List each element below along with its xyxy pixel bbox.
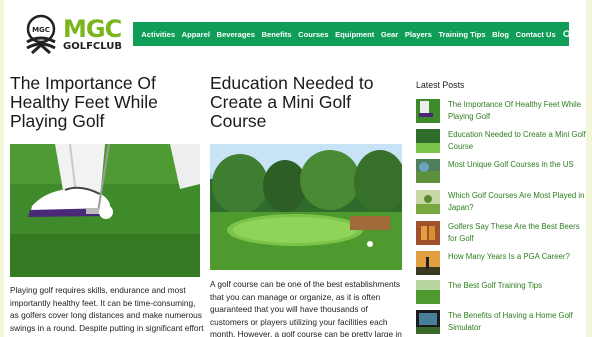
article-excerpt: A golf course can be one of the best est… — [210, 279, 402, 337]
sidebar-post[interactable]: Golfers Say These Are the Best Beers for… — [416, 221, 588, 245]
post-link[interactable]: The Benefits of Having a Home Golf Simul… — [448, 310, 588, 334]
nav-beverages[interactable]: Beverages — [213, 30, 258, 39]
post-thumbnail[interactable] — [416, 280, 440, 304]
sidebar-post[interactable]: Most Unique Golf Courses in the US — [416, 159, 588, 183]
nav-apparel[interactable]: Apparel — [178, 30, 213, 39]
post-link[interactable]: Education Needed to Create a Mini Golf C… — [448, 129, 588, 153]
nav-contact-us[interactable]: Contact Us — [512, 30, 559, 39]
nav-training-tips[interactable]: Training Tips — [435, 30, 489, 39]
article-title[interactable]: Education Needed to Create a Mini Golf C… — [210, 74, 402, 131]
post-link[interactable]: How Many Years Is a PGA Career? — [448, 251, 588, 263]
sidebar-post[interactable]: How Many Years Is a PGA Career? — [416, 251, 588, 275]
logo-title: MGC — [63, 14, 122, 43]
page: MGC MGC GOLFCLUB Activities Apparel Beve… — [0, 0, 592, 337]
nav-blog[interactable]: Blog — [489, 30, 512, 39]
post-thumbnail[interactable] — [416, 251, 440, 275]
post-thumbnail[interactable] — [416, 221, 440, 245]
article-excerpt: Playing golf requires skills, endurance … — [10, 285, 204, 333]
badge-text: MGC — [32, 26, 50, 34]
article-title[interactable]: The Importance Of Healthy Feet While Pla… — [10, 74, 200, 131]
post-thumbnail[interactable] — [416, 190, 440, 214]
post-link[interactable]: Most Unique Golf Courses in the US — [448, 159, 588, 171]
post-link[interactable]: The Best Golf Training Tips — [448, 280, 588, 292]
sidebar-title: Latest Posts — [416, 80, 465, 90]
post-thumbnail[interactable] — [416, 99, 440, 123]
nav-benefits[interactable]: Benefits — [258, 30, 295, 39]
sidebar-post[interactable]: Education Needed to Create a Mini Golf C… — [416, 129, 588, 153]
nav-players[interactable]: Players — [402, 30, 436, 39]
post-thumbnail[interactable] — [416, 129, 440, 153]
nav-equipment[interactable]: Equipment — [332, 30, 378, 39]
post-link[interactable]: Which Golf Courses Are Most Played in Ja… — [448, 190, 588, 214]
golf-shoe-image[interactable] — [10, 144, 200, 277]
sidebar-post[interactable]: The Best Golf Training Tips — [416, 280, 588, 304]
site-logo[interactable]: MGC MGC GOLFCLUB — [23, 10, 123, 58]
golf-club-badge-icon: MGC — [26, 14, 56, 54]
logo-wordmark: MGC GOLFCLUB — [63, 17, 122, 52]
article-card: Education Needed to Create a Mini Golf C… — [210, 74, 402, 337]
post-link[interactable]: The Importance Of Healthy Feet While Pla… — [448, 99, 588, 123]
latest-posts-sidebar: Latest Posts The Importance Of Healthy F… — [416, 80, 586, 334]
article-card: The Importance Of Healthy Feet While Pla… — [10, 74, 204, 333]
nav-activities[interactable]: Activities — [138, 30, 178, 39]
nav-courses[interactable]: Courses — [295, 30, 332, 39]
post-thumbnail[interactable] — [416, 159, 440, 183]
post-thumbnail[interactable] — [416, 310, 440, 334]
mini-golf-course-image[interactable] — [210, 144, 402, 270]
sidebar-post[interactable]: Which Golf Courses Are Most Played in Ja… — [416, 190, 588, 214]
search-icon[interactable] — [563, 29, 572, 39]
main-navigation: Activities Apparel Beverages Benefits Co… — [133, 22, 572, 46]
page-margin-left — [0, 0, 4, 337]
sidebar-post[interactable]: The Benefits of Having a Home Golf Simul… — [416, 310, 588, 334]
nav-gear[interactable]: Gear — [378, 30, 402, 39]
sidebar-post[interactable]: The Importance Of Healthy Feet While Pla… — [416, 99, 588, 123]
post-link[interactable]: Golfers Say These Are the Best Beers for… — [448, 221, 588, 245]
logo-subtitle: GOLFCLUB — [63, 40, 123, 52]
